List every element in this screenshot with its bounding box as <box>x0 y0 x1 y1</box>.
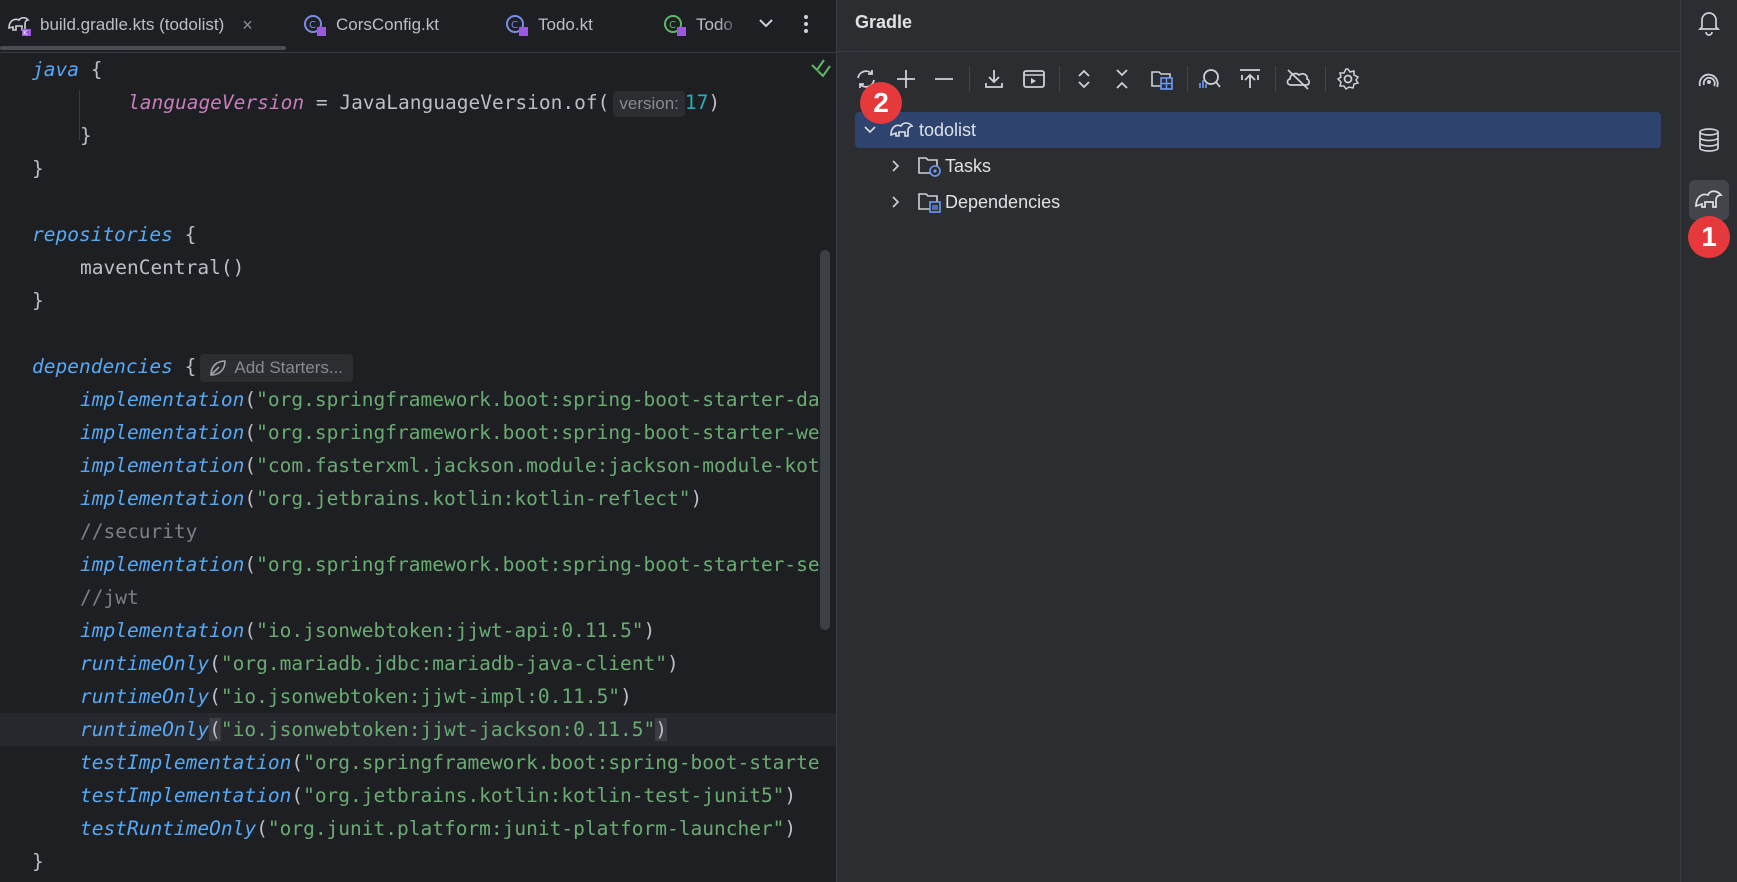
step-badge-2: 2 <box>860 82 902 124</box>
editor-scrollbar[interactable] <box>820 250 830 630</box>
code-line: implementation("org.springframework.boot… <box>80 553 820 576</box>
code-line: testImplementation("org.jetbrains.kotlin… <box>80 784 797 807</box>
add-starters-button[interactable]: Add Starters... <box>200 353 354 382</box>
kotlin-test-icon: C <box>664 15 686 36</box>
spring-leaf-icon <box>210 359 227 376</box>
svg-text:C: C <box>309 20 316 31</box>
tab-todo-kt[interactable]: C Todo.kt <box>504 0 593 50</box>
gradle-icon <box>1695 190 1723 208</box>
tab-label: CorsConfig.kt <box>336 15 439 34</box>
close-icon[interactable]: × <box>242 15 253 36</box>
svg-text:C: C <box>669 20 676 31</box>
cloud-off-icon[interactable] <box>1283 64 1313 94</box>
editor-tab-bar: K build.gradle.kts (todolist) × C CorsCo… <box>0 0 836 53</box>
gradle-tool-window: Gradle todolist Tasks Dependencies <box>836 0 1681 882</box>
code-line: testImplementation("org.springframework.… <box>80 751 820 774</box>
tab-corsconfig[interactable]: C CorsConfig.kt <box>302 0 439 50</box>
code-line: implementation("org.springframework.boot… <box>80 421 820 444</box>
kotlin-class-icon: C <box>506 15 528 36</box>
code-line: } <box>32 850 44 873</box>
download-icon[interactable] <box>979 64 1009 94</box>
toolbar-separator <box>1187 66 1188 92</box>
svg-text:C: C <box>511 20 518 31</box>
chevron-down-icon[interactable] <box>752 10 780 38</box>
tree-item-label: Dependencies <box>945 191 1061 212</box>
tree-item-dependencies[interactable]: Dependencies <box>885 184 1060 220</box>
tab-todo-test[interactable]: C Todo <box>662 0 742 50</box>
collapse-all-icon[interactable] <box>1107 64 1137 94</box>
dependencies-folder-icon <box>917 190 943 214</box>
step-badge-1: 1 <box>1688 216 1730 258</box>
code-editor[interactable]: K build.gradle.kts (todolist) × C CorsCo… <box>0 0 836 882</box>
more-vertical-icon[interactable] <box>796 10 816 38</box>
code-line: } <box>32 289 44 312</box>
code-line: dependencies {Add Starters... <box>32 350 354 383</box>
toolbar-separator <box>969 66 970 92</box>
code-line: java { <box>32 58 103 81</box>
execute-task-icon[interactable] <box>1019 64 1049 94</box>
code-line: languageVersion = JavaLanguageVersion.of… <box>128 86 720 119</box>
code-comment: //jwt <box>80 586 139 609</box>
code-line: testRuntimeOnly("org.junit.platform:juni… <box>80 817 797 840</box>
toggle-offline-icon[interactable] <box>1235 64 1265 94</box>
code-line: implementation("org.jetbrains.kotlin:kot… <box>80 487 703 510</box>
code-line: runtimeOnly("io.jsonwebtoken:jjwt-impl:0… <box>80 685 632 708</box>
toolbar-separator <box>1325 66 1326 92</box>
code-line: repositories { <box>32 223 197 246</box>
gradle-kts-icon: K <box>8 16 31 37</box>
code-line: runtimeOnly("org.mariadb.jdbc:mariadb-ja… <box>80 652 679 675</box>
tab-build-gradle-kts[interactable]: K build.gradle.kts (todolist) × <box>6 0 253 50</box>
tree-item-label: todolist <box>919 119 977 140</box>
tab-label: Todo.kt <box>538 15 593 34</box>
code-line: implementation("org.springframework.boot… <box>80 388 820 411</box>
module-icon[interactable] <box>1147 64 1177 94</box>
code-line-current: runtimeOnly("io.jsonwebtoken:jjwt-jackso… <box>80 718 668 741</box>
toolbar-separator <box>1275 66 1276 92</box>
ai-assistant-icon[interactable] <box>1689 62 1729 102</box>
database-icon[interactable] <box>1689 120 1729 160</box>
tree-item-label: Tasks <box>945 155 992 176</box>
tree-item-tasks[interactable]: Tasks <box>885 148 991 184</box>
analyze-icon[interactable] <box>1195 64 1225 94</box>
tab-label: build.gradle.kts (todolist) <box>40 15 225 34</box>
parameter-hint: version: <box>613 90 685 117</box>
svg-text:K: K <box>23 29 28 37</box>
chevron-right-icon[interactable] <box>885 191 907 213</box>
divider <box>837 51 1681 52</box>
gradle-icon <box>889 119 915 141</box>
code-line: implementation("com.fasterxml.jackson.mo… <box>80 454 820 477</box>
kotlin-class-icon: C <box>304 15 326 36</box>
code-line: } <box>80 124 92 147</box>
tasks-folder-icon <box>917 154 943 178</box>
gradle-tool-button[interactable] <box>1689 180 1729 220</box>
remove-icon[interactable] <box>929 64 959 94</box>
active-tab-indicator <box>0 46 286 50</box>
tool-window-title: Gradle <box>855 12 913 32</box>
tree-item-todolist[interactable]: todolist <box>855 112 1661 148</box>
code-line: implementation("io.jsonwebtoken:jjwt-api… <box>80 619 656 642</box>
tab-label: Todo <box>696 15 733 34</box>
expand-all-icon[interactable] <box>1069 64 1099 94</box>
right-tool-strip <box>1680 0 1737 882</box>
code-line: mavenCentral() <box>80 256 245 279</box>
toolbar-separator <box>1059 66 1060 92</box>
no-problems-check-icon[interactable] <box>810 56 832 78</box>
notifications-icon[interactable] <box>1689 2 1729 42</box>
code-comment: //security <box>80 520 198 543</box>
chevron-right-icon[interactable] <box>885 155 907 177</box>
code-line: } <box>32 157 44 180</box>
settings-icon[interactable] <box>1333 64 1363 94</box>
